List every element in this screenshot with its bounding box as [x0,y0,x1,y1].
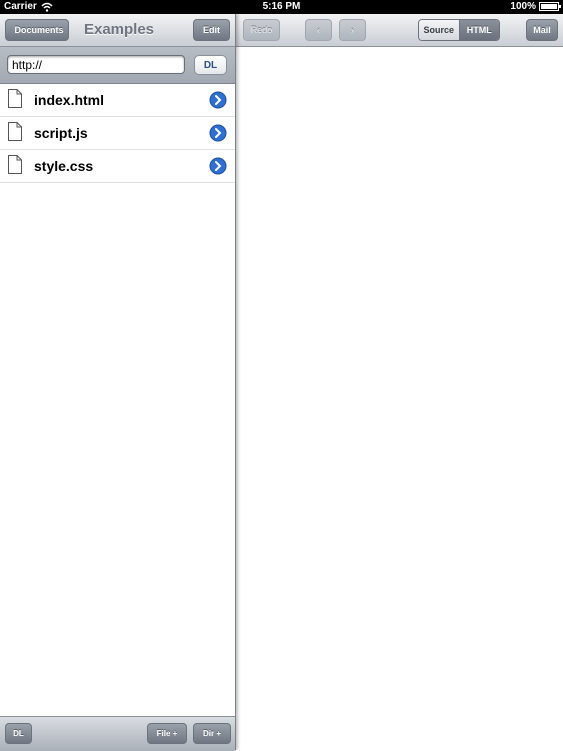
detail-disclosure-icon[interactable] [209,157,227,175]
file-browser-pane: Documents Examples Edit DL index.html sc… [0,14,236,751]
file-name: script.js [34,125,88,141]
url-input[interactable] [7,55,185,74]
back-button[interactable]: Documents [0,18,69,42]
document-icon [8,122,22,141]
view-mode-segmented-control: Source HTML [418,19,500,41]
detail-disclosure-icon[interactable] [209,91,227,109]
download-all-button[interactable]: DL [5,723,32,744]
edit-button[interactable]: Edit [193,19,230,41]
battery-icon [539,2,561,11]
editor-toolbar: Redo ‹ › Source HTML Mail [236,14,563,47]
next-button[interactable]: › [339,19,366,41]
redo-button[interactable]: Redo [243,19,280,41]
file-browser-navbar: Documents Examples Edit [0,14,235,47]
download-button[interactable]: DL [194,55,227,75]
add-directory-button[interactable]: Dir + [193,723,231,744]
battery-percent: 100% [510,1,536,12]
previous-button[interactable]: ‹ [305,19,332,41]
file-name: style.css [34,158,94,174]
url-bar: DL [0,47,235,84]
file-row[interactable]: index.html [0,84,235,117]
back-button-label: Documents [14,25,64,35]
document-icon [8,155,22,174]
detail-disclosure-icon[interactable] [209,124,227,142]
folder-title: Examples [83,21,155,38]
file-row[interactable]: style.css [0,150,235,183]
html-segment[interactable]: HTML [459,20,499,40]
battery-indicator: 100% [510,1,561,12]
mail-button[interactable]: Mail [526,19,558,41]
file-browser-toolbar: DL File + Dir + [0,716,235,751]
file-row[interactable]: script.js [0,117,235,150]
file-list: index.html script.js style.css [0,84,235,183]
clock: 5:16 PM [262,1,301,12]
document-icon [8,89,22,108]
status-bar: Carrier 5:16 PM 100% [0,0,563,14]
file-name: index.html [34,92,105,108]
source-segment[interactable]: Source [419,20,460,40]
add-file-button[interactable]: File + [147,723,187,744]
editor-pane: Redo ‹ › Source HTML Mail [236,14,563,750]
